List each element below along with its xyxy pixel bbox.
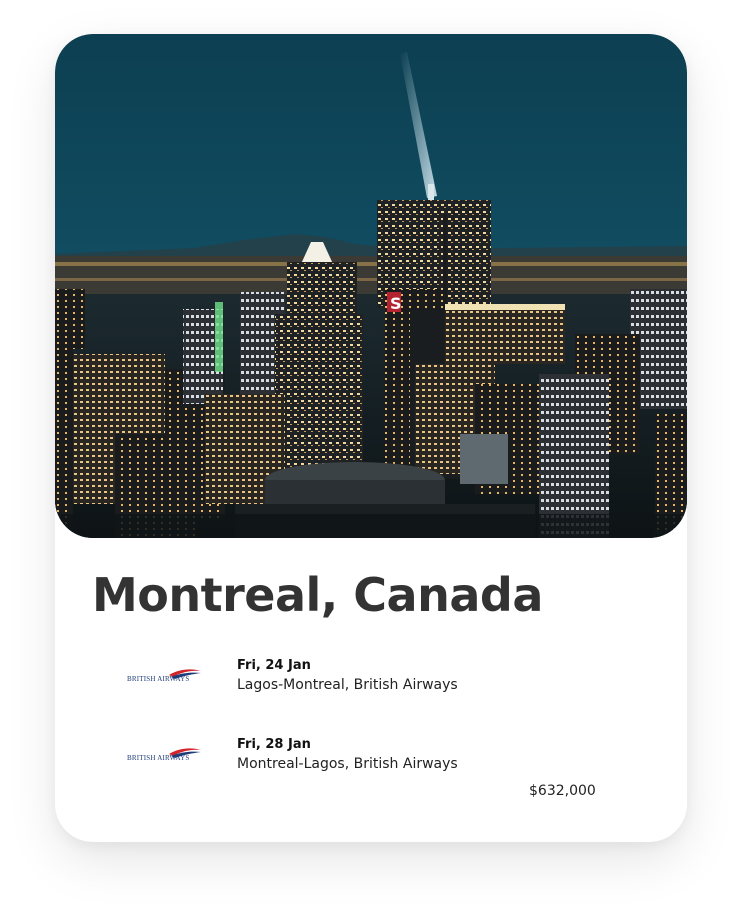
destination-card[interactable]: S Montreal, Canada BRITISH AIRWAYS Fri, … (55, 34, 687, 842)
speedmarque-icon (169, 748, 201, 758)
flight-route: Lagos-Montreal, British Airways (237, 677, 458, 693)
destination-title: Montreal, Canada (92, 568, 543, 622)
speedmarque-icon (169, 669, 201, 679)
british-airways-logo: BRITISH AIRWAYS (125, 747, 205, 767)
flight-item-outbound[interactable]: BRITISH AIRWAYS Fri, 24 Jan Lagos-Montre… (55, 658, 687, 702)
svg-text:S: S (390, 294, 402, 313)
flight-item-return[interactable]: BRITISH AIRWAYS Fri, 28 Jan Montreal-Lag… (55, 737, 687, 781)
trip-price: $632,000 (529, 783, 596, 799)
flight-date: Fri, 24 Jan (237, 658, 311, 673)
flight-route: Montreal-Lagos, British Airways (237, 756, 458, 772)
city-skyline-image: S (55, 34, 687, 538)
british-airways-logo: BRITISH AIRWAYS (125, 668, 205, 688)
flight-date: Fri, 28 Jan (237, 737, 311, 752)
